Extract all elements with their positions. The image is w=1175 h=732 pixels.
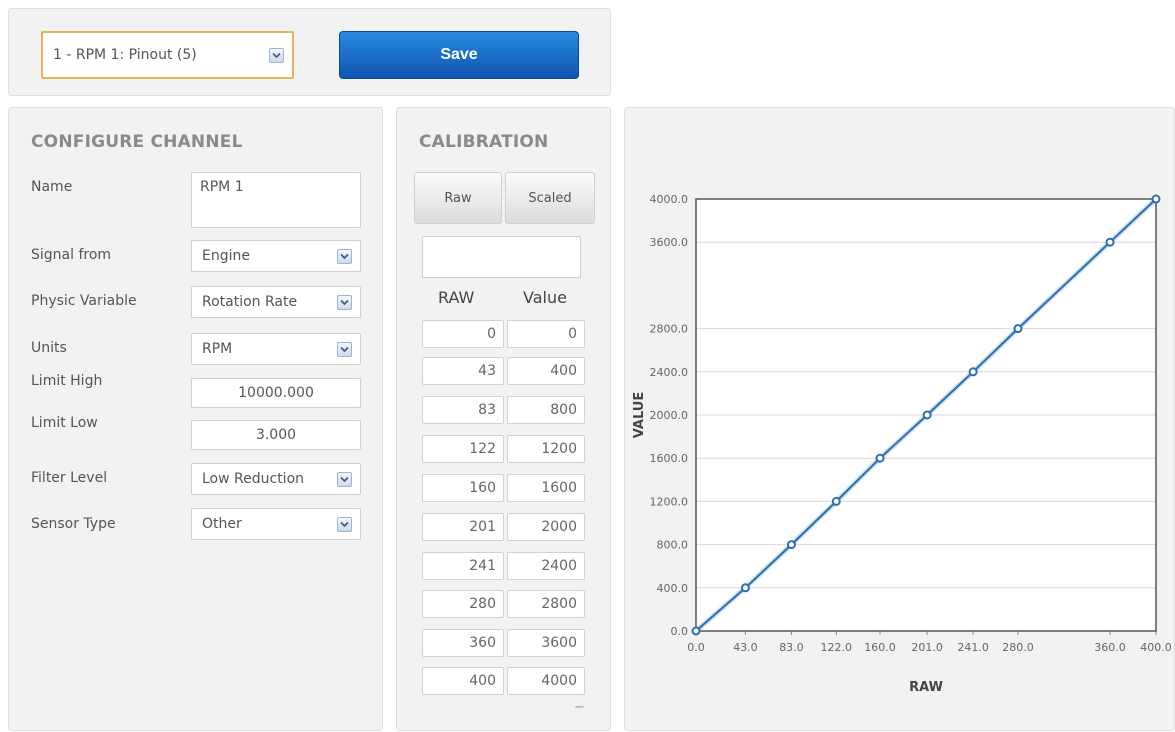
sensor-type-label: Sensor Type: [31, 516, 116, 532]
calibration-raw-cell[interactable]: 83: [422, 396, 504, 424]
calibration-raw-cell[interactable]: 201: [422, 513, 504, 541]
chevron-down-icon: [269, 47, 284, 63]
signal-from-label: Signal from: [31, 247, 112, 263]
y-tick-label: 2800.0: [650, 323, 689, 336]
physic-variable-value: Rotation Rate: [202, 294, 298, 310]
calibration-raw-cell[interactable]: 122: [422, 435, 504, 463]
name-field[interactable]: RPM 1: [191, 172, 361, 228]
y-tick-label: 2000.0: [650, 409, 689, 422]
calibration-raw-cell[interactable]: 360: [422, 629, 504, 657]
limit-high-label: Limit High: [31, 373, 103, 389]
y-tick-label: 3600.0: [650, 236, 689, 249]
calibration-raw-cell[interactable]: 0: [422, 320, 504, 348]
chevron-down-icon: [337, 341, 352, 357]
x-tick-label: 241.0: [957, 641, 989, 654]
data-point: [691, 626, 701, 636]
x-tick-label: 400.0: [1140, 641, 1172, 654]
units-label: Units: [31, 340, 67, 356]
calibration-chart: 0.0 400.0 800.0 1200.0 1600.0 2000.0 2400.0 280…: [632, 193, 1172, 695]
x-tick-label: 201.0: [911, 641, 943, 654]
x-tick-label: 122.0: [821, 641, 853, 654]
name-label: Name: [31, 179, 73, 195]
x-tick-label: 43.0: [733, 641, 758, 654]
units-value: RPM: [202, 341, 233, 357]
y-tick-label: 2400.0: [650, 366, 689, 379]
calibration-value-cell[interactable]: 2800: [507, 590, 585, 618]
y-tick-label: 4000.0: [650, 193, 689, 206]
limit-low-value: 3.000: [255, 427, 297, 443]
chevron-down-icon: [337, 471, 352, 487]
toolbar-panel: 1 - RPM 1: Pinout (5) Save: [8, 8, 611, 96]
y-tick-label: 0.0: [671, 625, 689, 638]
units-select[interactable]: RPM: [191, 333, 361, 365]
calibration-raw-cell[interactable]: 400: [422, 667, 504, 695]
sensor-type-value: Other: [202, 516, 242, 532]
signal-from-value: Engine: [202, 248, 250, 264]
y-tick-label: 400.0: [657, 582, 689, 595]
channel-select-value: 1 - RPM 1: Pinout (5): [53, 47, 197, 63]
calibration-value-cell[interactable]: 3600: [507, 629, 585, 657]
filter-level-select[interactable]: Low Reduction: [191, 463, 361, 495]
calibration-value-cell[interactable]: 400: [507, 357, 585, 385]
calibration-value-cell[interactable]: 2000: [507, 513, 585, 541]
x-axis-label: RAW: [909, 680, 943, 695]
configure-channel-title: CONFIGURE CHANNEL: [31, 132, 243, 152]
calibration-value-cell[interactable]: 800: [507, 396, 585, 424]
filter-level-label: Filter Level: [31, 470, 108, 486]
x-tick-label: 280.0: [1002, 641, 1034, 654]
filter-level-value: Low Reduction: [202, 471, 305, 487]
limit-high-value: 10000.000: [238, 385, 314, 401]
save-button-label: Save: [440, 46, 478, 63]
save-button[interactable]: Save: [339, 31, 579, 79]
limit-high-input[interactable]: 10000.000: [191, 378, 361, 408]
physic-variable-label: Physic Variable: [31, 293, 137, 309]
data-point: [875, 453, 885, 463]
chevron-down-icon: [337, 294, 352, 310]
calibration-value-cell[interactable]: 4000: [507, 667, 585, 695]
calibration-raw-cell[interactable]: 160: [422, 474, 504, 502]
signal-from-select[interactable]: Engine: [191, 240, 361, 272]
y-tick-label: 1600.0: [650, 452, 689, 465]
x-tick-label: 360.0: [1094, 641, 1126, 654]
calibration-panel: CALIBRATION Raw Scaled RAW Value 0 0 43 400…: [396, 107, 611, 731]
data-point: [831, 496, 841, 506]
data-point: [1105, 237, 1115, 247]
data-point: [740, 583, 750, 593]
y-axis-label: VALUE: [632, 392, 647, 439]
limit-low-label: Limit Low: [31, 415, 98, 431]
data-point: [1151, 194, 1161, 204]
channel-select[interactable]: 1 - RPM 1: Pinout (5): [41, 31, 294, 79]
calibration-raw-cell[interactable]: 280: [422, 590, 504, 618]
name-field-value: RPM 1: [200, 179, 244, 195]
data-point: [786, 540, 796, 550]
calibration-value-cell[interactable]: 1200: [507, 435, 585, 463]
sensor-type-select[interactable]: Other: [191, 508, 361, 540]
y-tick-label: 800.0: [657, 539, 689, 552]
calibration-value-cell[interactable]: 2400: [507, 552, 585, 580]
remove-row-button[interactable]: −: [574, 700, 585, 715]
data-point: [922, 410, 932, 420]
x-tick-label: 160.0: [864, 641, 896, 654]
calibration-raw-cell[interactable]: 43: [422, 357, 504, 385]
configure-channel-panel: CONFIGURE CHANNEL Name RPM 1 Signal from…: [8, 107, 383, 731]
chevron-down-icon: [337, 248, 352, 264]
physic-variable-select[interactable]: Rotation Rate: [191, 286, 361, 318]
x-tick-label: 83.0: [779, 641, 804, 654]
x-tick-label: 0.0: [687, 641, 705, 654]
calibration-value-cell[interactable]: 0: [507, 320, 585, 348]
calibration-value-cell[interactable]: 1600: [507, 474, 585, 502]
calibration-table: 0 0 43 400 83 800 122 1200 160 1600 201 2000 241 2400…: [397, 108, 612, 732]
limit-low-input[interactable]: 3.000: [191, 420, 361, 450]
calibration-raw-cell[interactable]: 241: [422, 552, 504, 580]
chevron-down-icon: [337, 516, 352, 532]
data-point: [968, 367, 978, 377]
y-tick-label: 1200.0: [650, 495, 689, 508]
chart-panel: 0.0 400.0 800.0 1200.0 1600.0 2000.0 2400.0 280…: [624, 107, 1175, 731]
data-point: [1013, 324, 1023, 334]
